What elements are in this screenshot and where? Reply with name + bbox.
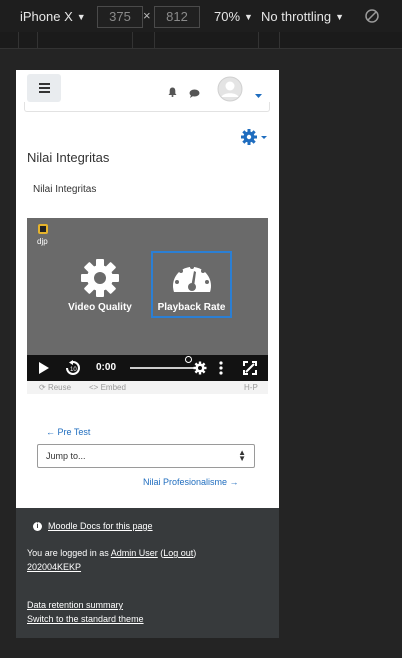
playback-rate-gear-icon[interactable] (193, 361, 207, 380)
gear-icon (241, 129, 269, 150)
media-query-ruler (0, 32, 402, 49)
messages-icon[interactable] (189, 85, 200, 103)
device-select[interactable]: iPhone X ▼ (20, 9, 86, 24)
h5p-logo[interactable]: H-P (244, 383, 258, 392)
chevron-down-icon: ▼ (335, 12, 345, 22)
page-footer: i Moodle Docs for this page You are logge… (16, 508, 279, 638)
logged-in-text: You are logged in as (27, 548, 111, 558)
dimension-separator: × (143, 8, 151, 23)
data-retention-link[interactable]: Data retention summary (27, 600, 123, 610)
embed-label: Embed (100, 383, 126, 392)
jump-to-select[interactable]: Jump to... ▲ ▼ (37, 444, 255, 468)
playback-rate-button[interactable]: Playback Rate (151, 251, 232, 318)
activity-name: Nilai Integritas (33, 184, 97, 195)
paren-close: ) (193, 548, 197, 558)
data-retention-row: Data retention summary (27, 600, 123, 610)
jump-to-value: Jump to... (46, 451, 86, 461)
player-controls: 10 0:00 (27, 355, 268, 381)
video-quality-label[interactable]: Video Quality (64, 302, 136, 313)
bell-icon[interactable] (168, 84, 177, 102)
seek-bar[interactable] (130, 367, 200, 369)
menu-toggle-button[interactable] (27, 74, 61, 102)
h5p-video-player: djp Video Quality Playback Rate 10 0:00 … (27, 218, 268, 394)
chevron-down-icon: ▼ (76, 12, 86, 22)
svg-text:10: 10 (70, 367, 77, 373)
device-name: iPhone X (20, 9, 73, 24)
device-toolbar: iPhone X ▼ 375 × 812 70% ▼ No throttling ▼ (0, 0, 402, 32)
moodle-docs-link[interactable]: Moodle Docs for this page (48, 521, 153, 531)
info-icon: i (33, 522, 42, 532)
play-icon[interactable] (38, 361, 50, 380)
width-input[interactable]: 375 (97, 6, 143, 28)
next-activity-link[interactable]: Nilai Profesionalisme → (143, 477, 239, 487)
zoom-value: 70% (214, 9, 241, 24)
fullscreen-icon[interactable] (243, 361, 257, 380)
chevron-down-icon: ▼ (244, 12, 253, 22)
switch-theme-row: Switch to the standard theme (27, 614, 144, 624)
playback-rate-label: Playback Rate (157, 302, 226, 313)
select-arrows-icon: ▲ ▼ (238, 448, 246, 463)
user-profile-link[interactable]: Admin User (111, 548, 158, 558)
video-quality-gear-icon[interactable] (80, 258, 120, 303)
rotate-icon[interactable] (364, 8, 380, 27)
logo-text: djp (37, 237, 48, 246)
current-time: 0:00 (96, 362, 117, 373)
moodle-docs-link-row: i Moodle Docs for this page (33, 521, 153, 532)
djp-logo: djp (37, 224, 51, 251)
logout-link[interactable]: Log out (163, 548, 193, 558)
course-link-row: 202004KEKP (27, 562, 81, 572)
login-info: You are logged in as Admin User (Log out… (27, 548, 196, 558)
prev-activity-link[interactable]: ← Pre Test (46, 427, 90, 437)
height-input[interactable]: 812 (154, 6, 200, 28)
reuse-label: Reuse (47, 383, 72, 392)
h5p-actions-bar: ⟳ Reuse <> Embed H-P (27, 381, 268, 394)
rewind-10-icon[interactable]: 10 (65, 360, 81, 381)
course-link[interactable]: 202004KEKP (27, 562, 81, 572)
zoom-select[interactable]: 70% ▼ (214, 9, 253, 24)
throttling-select[interactable]: No throttling ▼ (261, 9, 344, 24)
reuse-button[interactable]: ⟳ Reuse (39, 383, 71, 392)
breadcrumb-container (24, 102, 270, 112)
page-title: Nilai Integritas (27, 150, 110, 165)
playback-rate-indicator-dot (185, 356, 192, 363)
speedometer-icon (170, 259, 214, 304)
embed-button[interactable]: <> Embed (89, 383, 126, 392)
more-options-icon[interactable] (219, 361, 223, 380)
device-viewport: Nilai Integritas Nilai Integritas djp Vi… (16, 70, 279, 638)
settings-menu-button[interactable] (241, 128, 269, 151)
throttling-value: No throttling (261, 9, 332, 24)
switch-theme-link[interactable]: Switch to the standard theme (27, 614, 144, 624)
